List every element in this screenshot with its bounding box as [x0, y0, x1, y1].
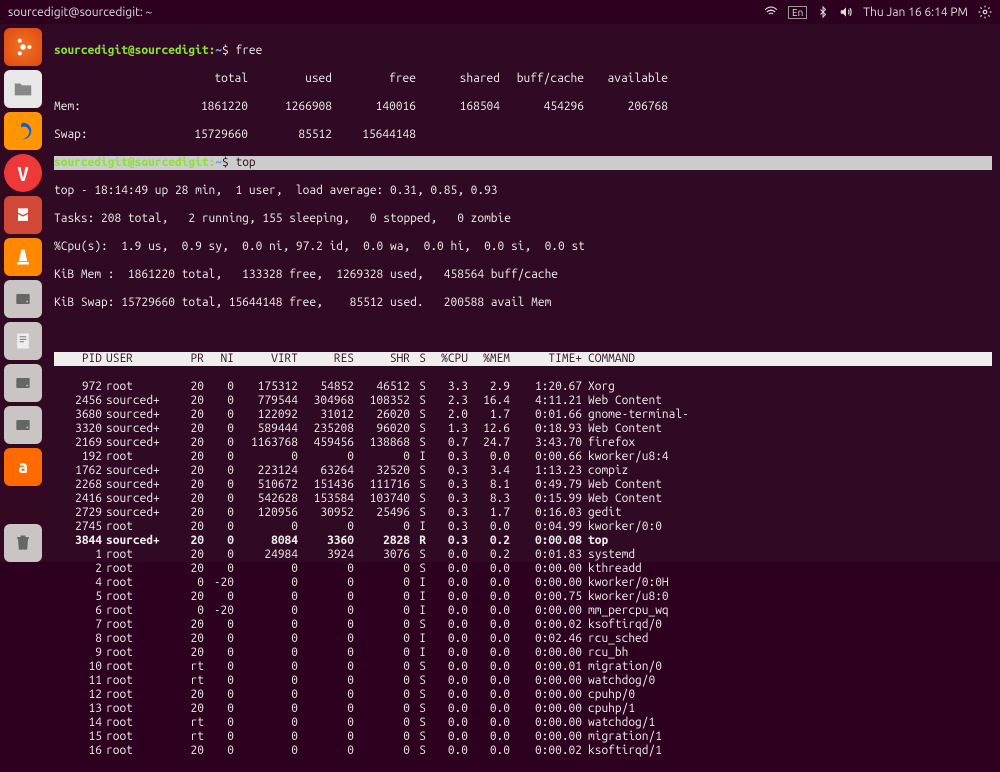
process-row: 3320sourced+20058944423520896020S1.312.6… [54, 422, 992, 436]
process-row: 7root200000S0.00.00:00.02ksoftirqd/0 [54, 618, 992, 632]
cmd-top: top [235, 156, 255, 169]
top-columns-header: PIDUSERPRNIVIRTRESSHRS%CPU%MEMTIME+COMMA… [54, 352, 992, 366]
system-tray: En Thu Jan 16 6:14 PM [764, 5, 992, 19]
dash-icon[interactable] [4, 28, 42, 66]
process-row: 15rootrt0000S0.00.00:00.00migration/1 [54, 730, 992, 744]
process-row: 10rootrt0000S0.00.00:00.01migration/0 [54, 660, 992, 674]
top-line1: top - 18:14:49 up 28 min, 1 user, load a… [54, 184, 992, 198]
top-panel: sourcedigit@sourcedigit: ~ En Thu Jan 16… [0, 0, 1000, 24]
top-line3: %Cpu(s): 1.9 us, 0.9 sy, 0.0 ni, 97.2 id… [54, 240, 992, 254]
process-row: 2root200000S0.00.00:00.00kthreadd [54, 562, 992, 576]
process-row: 2456sourced+200779544304968108352S2.316.… [54, 394, 992, 408]
free-mem-row: Mem:186122012669081400161685044542962067… [54, 100, 992, 114]
texteditor-icon[interactable] [4, 322, 42, 360]
process-row: 5root200000I0.00.00:00.75kworker/u8:0 [54, 590, 992, 604]
bluetooth-icon[interactable] [817, 5, 829, 19]
top-line2: Tasks: 208 total, 2 running, 155 sleepin… [54, 212, 992, 226]
process-row: 2169sourced+2001163768459456138868S0.724… [54, 436, 992, 450]
process-row: 2729sourced+2001209563095225496S0.31.70:… [54, 506, 992, 520]
process-row: 8root200000I0.00.00:02.46rcu_sched [54, 632, 992, 646]
process-row: 1root2002498439243076S0.00.20:01.83syste… [54, 548, 992, 562]
window-title: sourcedigit@sourcedigit: ~ [8, 6, 152, 19]
process-row: 11rootrt0000S0.00.00:00.00watchdog/0 [54, 674, 992, 688]
process-list: 972root2001753125485246512S3.32.91:20.67… [54, 380, 992, 758]
process-row: 16root200000S0.00.00:00.02ksoftirqd/1 [54, 744, 992, 758]
top-line5: KiB Swap: 15729660 total, 15644148 free,… [54, 296, 992, 310]
free-swap-row: Swap:157296608551215644148 [54, 128, 992, 142]
unity-launcher: V a [0, 24, 46, 562]
process-row: 6root0-20000I0.00.00:00.00mm_percpu_wq [54, 604, 992, 618]
disk-icon-3[interactable] [4, 406, 42, 444]
process-row: 192root200000I0.30.00:00.66kworker/u8:4 [54, 450, 992, 464]
top-line4: KiB Mem : 1861220 total, 133328 free, 12… [54, 268, 992, 282]
process-row: 2745root200000I0.30.00:04.99kworker/0:0 [54, 520, 992, 534]
process-row: 972root2001753125485246512S3.32.91:20.67… [54, 380, 992, 394]
terminal-window[interactable]: sourcedigit@sourcedigit:~$ free totaluse… [46, 24, 1000, 562]
free-header: totalusedfreesharedbuff/cacheavailable [54, 72, 992, 86]
process-row: 2416sourced+200542628153584103740S0.38.3… [54, 492, 992, 506]
cmd-free: free [235, 44, 262, 57]
gear-icon[interactable] [978, 5, 992, 19]
process-row: 3680sourced+2001220923101226020S2.01.70:… [54, 408, 992, 422]
files-icon[interactable] [4, 70, 42, 108]
vlc-icon[interactable] [4, 238, 42, 276]
process-row: 14rootrt0000S0.00.00:00.00watchdog/1 [54, 716, 992, 730]
process-row: 3844sourced+200808433602828R0.30.20:00.0… [54, 534, 992, 548]
disk-icon-2[interactable] [4, 364, 42, 402]
clock[interactable]: Thu Jan 16 6:14 PM [863, 6, 968, 19]
volume-icon[interactable] [839, 5, 853, 19]
amazon-icon[interactable]: a [4, 448, 42, 486]
firefox-icon[interactable] [4, 112, 42, 150]
vivaldi-icon[interactable]: V [4, 154, 42, 192]
process-row: 1762sourced+2002231246326432520S0.33.41:… [54, 464, 992, 478]
trash-icon[interactable] [4, 524, 42, 562]
process-row: 9root200000I0.00.00:00.00rcu_bh [54, 646, 992, 660]
process-row: 13root200000S0.00.00:00.00cpuhp/1 [54, 702, 992, 716]
process-row: 12root200000S0.00.00:00.00cpuhp/0 [54, 688, 992, 702]
software-center-icon[interactable] [4, 196, 42, 234]
wifi-icon[interactable] [764, 5, 778, 19]
process-row: 4root0-20000I0.00.00:00.00kworker/0:0H [54, 576, 992, 590]
disk-icon-1[interactable] [4, 280, 42, 318]
input-lang[interactable]: En [788, 6, 807, 19]
process-row: 2268sourced+200510672151436111716S0.38.1… [54, 478, 992, 492]
prompt-userhost: sourcedigit@sourcedigit [54, 44, 209, 57]
